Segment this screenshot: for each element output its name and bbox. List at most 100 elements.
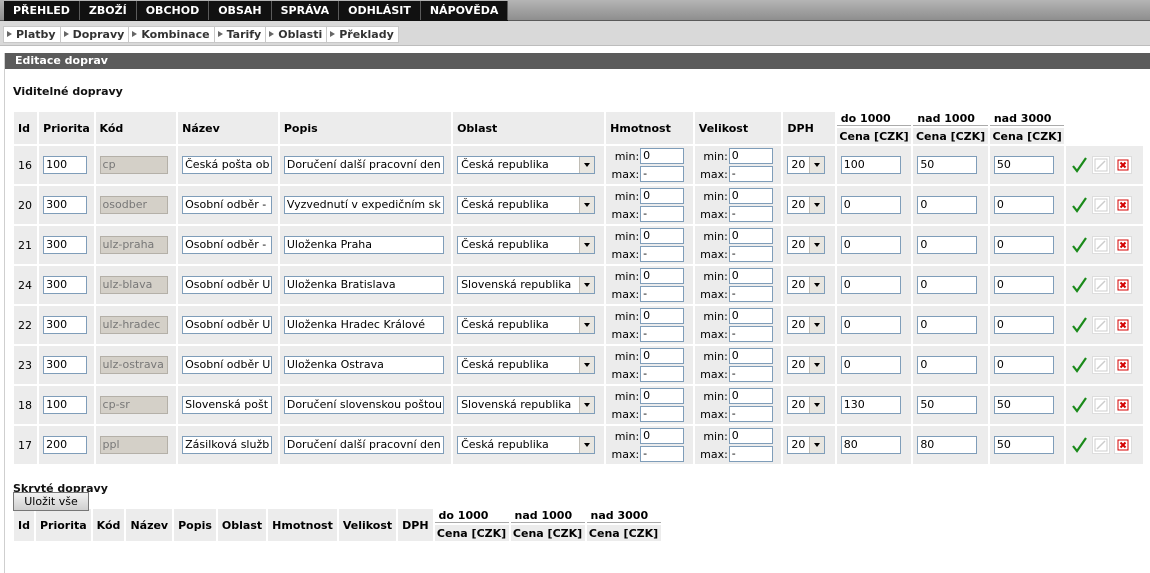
weight-min-input[interactable]: 0 [640,428,685,444]
priority-input[interactable]: 300 [43,316,88,334]
sub-menu-item[interactable]: Dopravy [59,26,129,43]
sub-menu-item[interactable]: Překlady [326,26,399,43]
weight-max-input[interactable]: - [640,166,685,182]
delete-icon[interactable] [1114,356,1133,374]
delete-icon[interactable] [1114,316,1133,334]
pencil-icon[interactable] [1092,276,1111,294]
price-over-1000-input[interactable]: 0 [917,356,978,374]
size-max-input[interactable]: - [728,166,773,182]
size-min-input[interactable]: 0 [728,428,773,444]
price-over-3000-input[interactable]: 0 [993,356,1054,374]
weight-min-input[interactable]: 0 [640,308,685,324]
name-input[interactable]: Osobní odběr - [182,236,273,254]
vat-select[interactable]: 20 [787,436,826,454]
description-input[interactable]: Uloženka Bratislava [283,276,444,294]
delete-icon[interactable] [1114,276,1133,294]
weight-max-input[interactable]: - [640,206,685,222]
weight-max-input[interactable]: - [640,366,685,382]
region-select[interactable]: Slovenská republika [457,396,596,414]
vat-select[interactable]: 20 [787,276,826,294]
weight-min-input[interactable]: 0 [640,148,685,164]
top-menu-item[interactable]: OBCHOD [137,1,210,20]
check-icon[interactable] [1070,196,1088,214]
top-menu-item[interactable]: ZBOŽÍ [80,1,137,20]
name-input[interactable]: Slovenská pošt [182,396,273,414]
size-max-input[interactable]: - [728,406,773,422]
region-select[interactable]: Česká republika [457,356,596,374]
region-select[interactable]: Česká republika [457,156,596,174]
weight-min-input[interactable]: 0 [640,388,685,404]
code-input[interactable]: ulz-hradec [99,316,168,334]
check-icon[interactable] [1070,156,1088,174]
vat-select[interactable]: 20 [787,156,826,174]
priority-input[interactable]: 200 [43,436,88,454]
priority-input[interactable]: 300 [43,196,88,214]
weight-max-input[interactable]: - [640,286,685,302]
code-input[interactable]: osodber [99,196,168,214]
description-input[interactable]: Doručení další pracovní den [283,156,444,174]
code-input[interactable]: ppl [99,436,168,454]
name-input[interactable]: Osobní odběr U [182,316,273,334]
priority-input[interactable]: 300 [43,236,88,254]
vat-select[interactable]: 20 [787,396,826,414]
price-over-1000-input[interactable]: 0 [917,196,978,214]
code-input[interactable]: cp [99,156,168,174]
name-input[interactable]: Česká pošta ob [182,156,273,174]
name-input[interactable]: Osobní odběr - [182,196,273,214]
price-over-3000-input[interactable]: 50 [993,396,1054,414]
priority-input[interactable]: 300 [43,276,88,294]
size-max-input[interactable]: - [728,206,773,222]
priority-input[interactable]: 300 [43,356,88,374]
size-max-input[interactable]: - [728,286,773,302]
top-menu-item[interactable]: SPRÁVA [272,1,340,20]
size-min-input[interactable]: 0 [728,228,773,244]
description-input[interactable]: Uloženka Hradec Králové [283,316,444,334]
weight-max-input[interactable]: - [640,326,685,342]
price-over-1000-input[interactable]: 0 [917,276,978,294]
region-select[interactable]: Česká republika [457,196,596,214]
price-up-to-1000-input[interactable]: 0 [840,196,901,214]
check-icon[interactable] [1070,396,1088,414]
weight-min-input[interactable]: 0 [640,268,685,284]
size-max-input[interactable]: - [728,446,773,462]
check-icon[interactable] [1070,276,1088,294]
price-over-3000-input[interactable]: 50 [993,436,1054,454]
save-all-button[interactable]: Uložit vše [13,492,89,511]
top-menu-item[interactable]: PŘEHLED [4,1,80,20]
pencil-icon[interactable] [1092,236,1111,254]
weight-max-input[interactable]: - [640,446,685,462]
size-max-input[interactable]: - [728,246,773,262]
code-input[interactable]: ulz-praha [99,236,168,254]
size-min-input[interactable]: 0 [728,188,773,204]
vat-select[interactable]: 20 [787,196,826,214]
delete-icon[interactable] [1114,396,1133,414]
description-input[interactable]: Uloženka Praha [283,236,444,254]
delete-icon[interactable] [1114,156,1133,174]
name-input[interactable]: Zásilková služb [182,436,273,454]
price-over-3000-input[interactable]: 0 [993,196,1054,214]
price-over-3000-input[interactable]: 0 [993,276,1054,294]
price-up-to-1000-input[interactable]: 0 [840,236,901,254]
pencil-icon[interactable] [1092,196,1111,214]
region-select[interactable]: Slovenská republika [457,276,596,294]
region-select[interactable]: Česká republika [457,236,596,254]
sub-menu-item[interactable]: Oblasti [265,26,327,43]
weight-min-input[interactable]: 0 [640,348,685,364]
top-menu-item[interactable]: OBSAH [209,1,272,20]
size-max-input[interactable]: - [728,326,773,342]
weight-min-input[interactable]: 0 [640,228,685,244]
delete-icon[interactable] [1114,236,1133,254]
price-up-to-1000-input[interactable]: 0 [840,276,901,294]
size-min-input[interactable]: 0 [728,348,773,364]
price-over-3000-input[interactable]: 0 [993,236,1054,254]
size-min-input[interactable]: 0 [728,148,773,164]
size-min-input[interactable]: 0 [728,268,773,284]
weight-max-input[interactable]: - [640,406,685,422]
check-icon[interactable] [1070,316,1088,334]
price-up-to-1000-input[interactable]: 0 [840,356,901,374]
vat-select[interactable]: 20 [787,236,826,254]
price-over-3000-input[interactable]: 50 [993,156,1054,174]
size-min-input[interactable]: 0 [728,308,773,324]
priority-input[interactable]: 100 [43,156,88,174]
price-over-1000-input[interactable]: 0 [917,236,978,254]
